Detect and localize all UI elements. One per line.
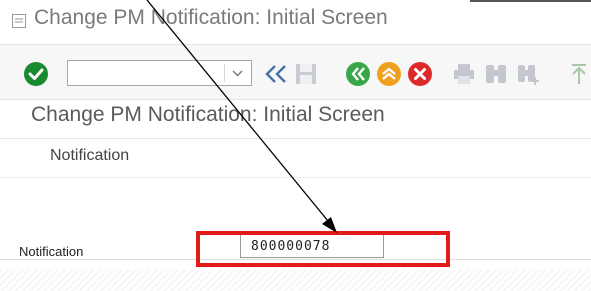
- exit-icon[interactable]: [376, 61, 402, 87]
- cancel-icon[interactable]: [407, 61, 433, 87]
- standard-toolbar: [0, 45, 591, 100]
- command-field[interactable]: [67, 60, 252, 86]
- titlebar-decoration-line: [470, 0, 591, 2]
- back-icon[interactable]: [345, 61, 371, 87]
- notification-field-label: Notification: [19, 244, 84, 259]
- save-icon[interactable]: [294, 62, 318, 86]
- screen-title-bar: Change PM Notification: Initial Screen: [0, 100, 591, 139]
- enter-icon[interactable]: [23, 61, 49, 87]
- highlight-box: [196, 231, 450, 267]
- selection-form: Notification 800000078: [0, 178, 591, 291]
- command-dropdown-icon[interactable]: [232, 68, 243, 79]
- find-next-icon[interactable]: [516, 62, 540, 86]
- application-toolbar: Notification: [0, 139, 591, 178]
- screen-title: Change PM Notification: Initial Screen: [31, 103, 385, 126]
- footer-hatch: [0, 270, 591, 291]
- print-icon[interactable]: [452, 62, 476, 86]
- window-titlebar: Change PM Notification: Initial Screen: [0, 0, 591, 45]
- command-field-separator: [224, 64, 225, 82]
- menu-icon[interactable]: [12, 14, 26, 28]
- menu-item-notification[interactable]: Notification: [50, 147, 129, 165]
- window-title: Change PM Notification: Initial Screen: [34, 6, 388, 29]
- find-icon[interactable]: [484, 62, 508, 86]
- first-page-icon[interactable]: [567, 62, 591, 86]
- collapse-double-left-icon[interactable]: [264, 63, 288, 85]
